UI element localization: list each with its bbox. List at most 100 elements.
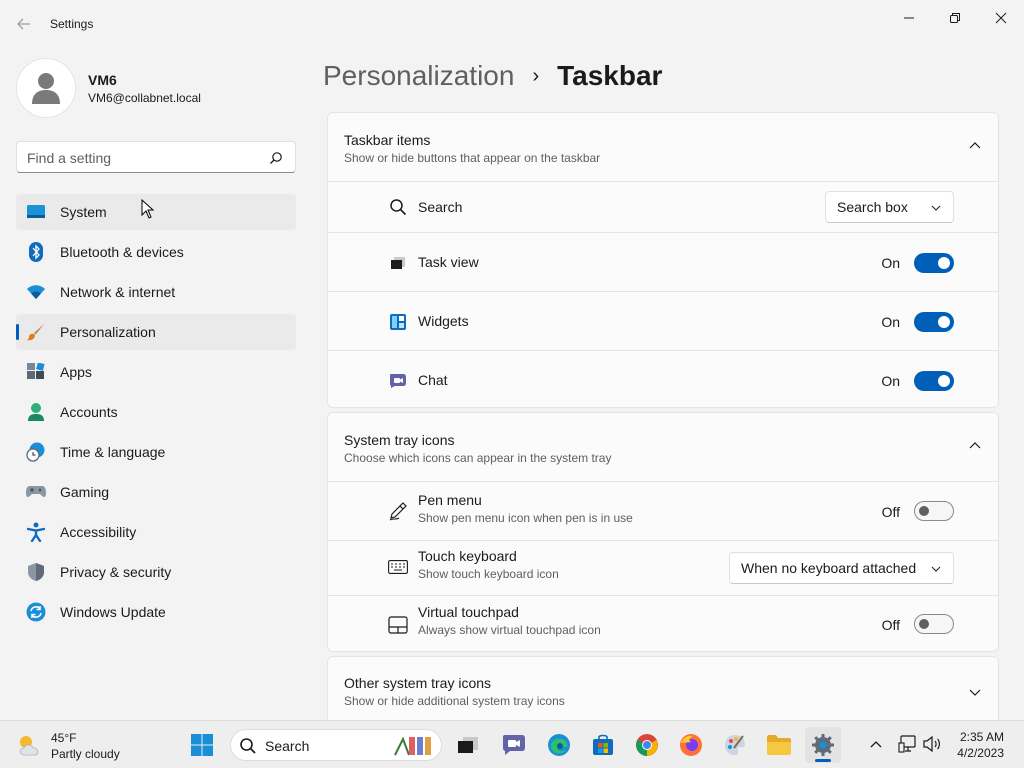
- shield-icon: [26, 562, 46, 582]
- dropdown-value: Search box: [837, 199, 908, 215]
- user-profile[interactable]: VM6 VM6@collabnet.local: [16, 58, 296, 118]
- row-label: Touch keyboard: [418, 548, 517, 564]
- sidebar-item-bluetooth[interactable]: Bluetooth & devices: [16, 234, 296, 270]
- breadcrumb-parent[interactable]: Personalization: [323, 60, 514, 92]
- other-tray-card[interactable]: Other system tray icons Show or hide add…: [327, 656, 999, 720]
- sidebar-item-label: Personalization: [60, 324, 156, 340]
- task-view-toggle[interactable]: [914, 253, 954, 273]
- sidebar-item-label: Gaming: [60, 484, 110, 500]
- volume-tray-button[interactable]: [921, 733, 943, 755]
- weather-description: Partly cloudy: [51, 747, 120, 761]
- row-sublabel: Show pen menu icon when pen is in use: [418, 511, 633, 525]
- chevron-up-icon[interactable]: [968, 139, 982, 153]
- sidebar-item-windows-update[interactable]: Windows Update: [16, 594, 296, 630]
- chrome-browser-icon: [636, 734, 658, 756]
- app-title: Settings: [50, 17, 94, 31]
- sidebar-item-label: Time & language: [60, 444, 166, 460]
- sidebar-item-label: Apps: [60, 364, 92, 380]
- sidebar-item-label: Network & internet: [60, 284, 176, 300]
- paint-palette-icon: [725, 735, 745, 755]
- firefox-browser-icon: [680, 734, 702, 756]
- active-app-indicator: [815, 759, 831, 762]
- search-input[interactable]: [27, 148, 267, 168]
- card-description: Show or hide buttons that appear on the …: [344, 151, 601, 165]
- chevron-up-icon[interactable]: [968, 439, 982, 453]
- clock-time[interactable]: 2:35 AM: [960, 730, 1004, 744]
- taskbar-items-card: Taskbar items Show or hide buttons that …: [327, 112, 999, 408]
- back-arrow-icon[interactable]: [12, 12, 36, 36]
- wifi-icon: [26, 282, 46, 302]
- sidebar-item-apps[interactable]: Apps: [16, 354, 296, 390]
- breadcrumb-separator: ›: [532, 64, 540, 87]
- toggle-state-label: On: [881, 255, 900, 271]
- row-label: Widgets: [418, 313, 469, 329]
- file-explorer-taskbar-button[interactable]: [761, 727, 797, 763]
- chat-taskbar-button[interactable]: [496, 727, 532, 763]
- update-icon: [26, 602, 46, 622]
- search-icon: [388, 197, 408, 217]
- task-view-button[interactable]: [450, 727, 486, 763]
- avatar: [16, 58, 76, 118]
- chrome-taskbar-button[interactable]: [629, 727, 665, 763]
- minimize-button[interactable]: [886, 4, 932, 32]
- sidebar-item-gaming[interactable]: Gaming: [16, 474, 296, 510]
- brush-icon: [26, 322, 46, 342]
- accessibility-icon: [26, 522, 46, 542]
- gear-icon: [812, 734, 834, 756]
- chevron-down-icon: [931, 205, 941, 211]
- pen-menu-toggle[interactable]: [914, 501, 954, 521]
- sidebar-item-label: System: [60, 204, 107, 220]
- sidebar-item-accessibility[interactable]: Accessibility: [16, 514, 296, 550]
- folder-icon: [767, 735, 791, 755]
- sidebar-item-label: Windows Update: [60, 604, 166, 620]
- system-icon: [26, 202, 46, 222]
- user-avatar-icon: [32, 73, 60, 104]
- toggle-state-label: On: [881, 373, 900, 389]
- sidebar-item-privacy[interactable]: Privacy & security: [16, 554, 296, 590]
- search-mode-dropdown[interactable]: Search box: [825, 191, 954, 223]
- row-label: Virtual touchpad: [418, 604, 519, 620]
- sidebar-item-system[interactable]: System: [16, 194, 296, 230]
- pen-menu-row: Pen menu Show pen menu icon when pen is …: [328, 481, 998, 540]
- taskbar-items-header[interactable]: Taskbar items Show or hide buttons that …: [328, 113, 998, 181]
- card-description: Choose which icons can appear in the sys…: [344, 451, 612, 465]
- sidebar-item-personalization[interactable]: Personalization: [16, 314, 296, 350]
- start-button[interactable]: [184, 727, 220, 763]
- widgets-toggle[interactable]: [914, 312, 954, 332]
- show-hidden-icons-button[interactable]: [865, 733, 887, 755]
- mouse-cursor-icon: [141, 199, 155, 219]
- system-tray-header[interactable]: System tray icons Choose which icons can…: [328, 413, 998, 481]
- chevron-down-icon[interactable]: [968, 685, 982, 699]
- sidebar-item-time-language[interactable]: Time & language: [16, 434, 296, 470]
- row-label: Pen menu: [418, 492, 482, 508]
- firefox-taskbar-button[interactable]: [673, 727, 709, 763]
- profile-email: VM6@collabnet.local: [88, 91, 201, 105]
- edge-taskbar-button[interactable]: [541, 727, 577, 763]
- store-taskbar-button[interactable]: [585, 727, 621, 763]
- row-sublabel: Show touch keyboard icon: [418, 567, 559, 581]
- clock-date[interactable]: 4/2/2023: [957, 746, 1004, 760]
- edge-browser-icon: [548, 734, 570, 756]
- paint-taskbar-button[interactable]: [717, 727, 753, 763]
- sidebar-item-accounts[interactable]: Accounts: [16, 394, 296, 430]
- taskbar-search[interactable]: Search: [230, 729, 442, 761]
- settings-taskbar-button[interactable]: [805, 727, 841, 763]
- chat-toggle[interactable]: [914, 371, 954, 391]
- search-icon[interactable]: [269, 151, 283, 165]
- toggle-state-label: Off: [881, 617, 900, 633]
- find-setting-search[interactable]: [16, 141, 296, 173]
- speaker-icon: [923, 735, 940, 753]
- row-label: Search: [418, 199, 463, 215]
- row-sublabel: Always show virtual touchpad icon: [418, 623, 601, 637]
- network-tray-button[interactable]: [897, 733, 919, 755]
- accounts-icon: [26, 402, 46, 422]
- gamepad-icon: [26, 482, 46, 502]
- touch-keyboard-dropdown[interactable]: When no keyboard attached: [729, 552, 954, 584]
- taskbar-search-label: Search: [265, 738, 310, 754]
- windows-logo-icon: [191, 734, 213, 756]
- sidebar-item-network[interactable]: Network & internet: [16, 274, 296, 310]
- restore-button[interactable]: [932, 4, 978, 32]
- virtual-touchpad-toggle[interactable]: [914, 614, 954, 634]
- close-button[interactable]: [978, 4, 1024, 32]
- weather-widget[interactable]: 45°F Partly cloudy: [16, 729, 146, 761]
